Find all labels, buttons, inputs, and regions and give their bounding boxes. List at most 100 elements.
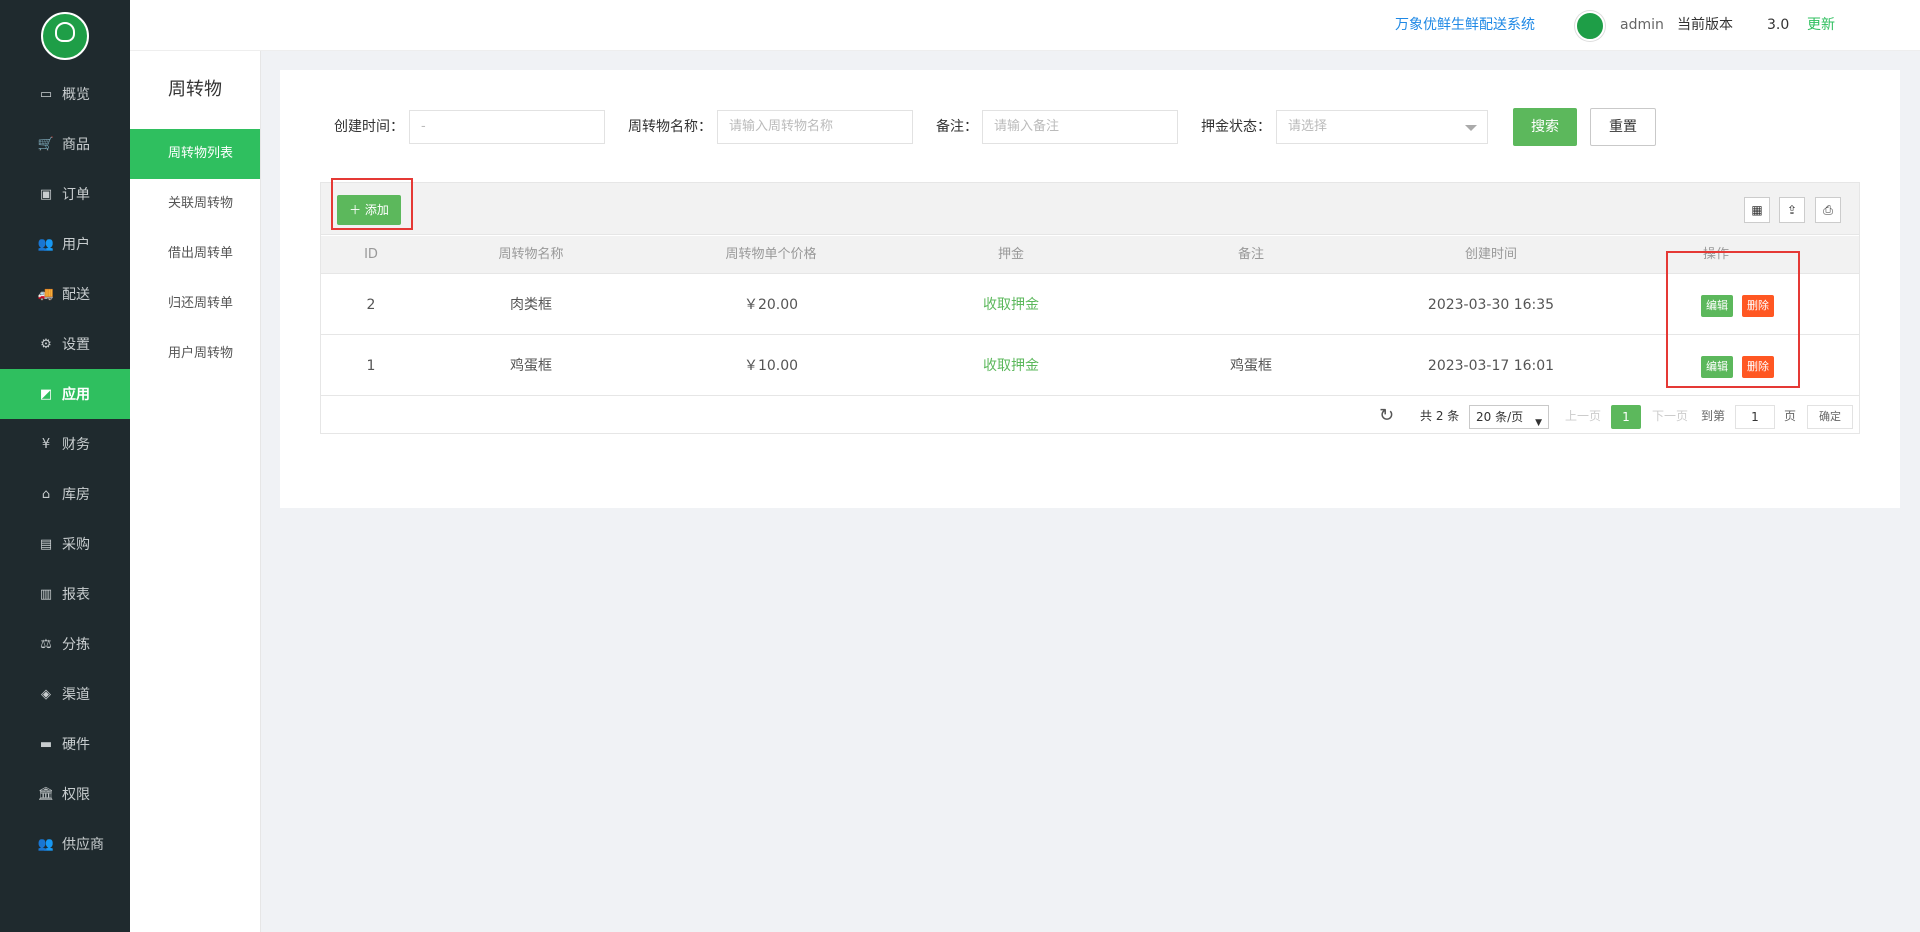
sidebar-icon: 👥 (37, 236, 55, 252)
user-avatar[interactable] (1575, 11, 1605, 41)
cell-deposit: 收取押金 (983, 297, 1039, 313)
sidebar-icon: ▤ (39, 536, 53, 552)
delete-button[interactable]: 删除 (1742, 295, 1774, 317)
update-link[interactable]: 更新 (1807, 0, 1835, 51)
sidebar-icon: ▭ (39, 86, 53, 102)
sidebar-icon: 🚚 (37, 286, 55, 302)
sidebar-item-1[interactable]: 🛒 商品 (0, 119, 130, 169)
subnav-item-return-orders[interactable]: 归还周转单 (130, 279, 260, 329)
refresh-icon[interactable]: ↻ (1379, 402, 1394, 430)
sidebar-item-label: 用户 (62, 237, 90, 253)
col-deposit: 押金 (997, 247, 1024, 262)
sidebar-item-12[interactable]: ◈ 渠道 (0, 669, 130, 719)
sidebar-item-5[interactable]: ⚙ 设置 (0, 319, 130, 369)
goto-label: 到第 (1701, 409, 1726, 423)
col-remark: 备注 (1237, 247, 1264, 262)
main-sidebar: ▭ 概览 🛒 商品 ▣ 订单 👥 用户 🚚 配送 ⚙ 设置 ◩ 应用 ¥ 财务 ⌂ 库房 ▤ 采购 ▥ 报表 ⚖ 分拣 ◈ 渠道 ▬… (0, 0, 130, 932)
username[interactable]: admin (1620, 0, 1664, 51)
turnover-name-label: 周转物名称： (628, 119, 712, 135)
logo-mark-icon (55, 22, 75, 42)
cell-id: 1 (366, 358, 376, 374)
col-id: ID (364, 247, 378, 262)
sidebar-item-label: 权限 (62, 787, 90, 803)
subnav-item-turnover-list[interactable]: 周转物列表 (130, 129, 260, 179)
sidebar-icon: ¥ (41, 436, 51, 452)
export-icon[interactable]: ⇪ (1779, 197, 1805, 223)
sidebar-item-label: 财务 (62, 437, 90, 453)
goto-confirm-button[interactable]: 确定 (1807, 405, 1853, 429)
chevron-down-icon (1465, 125, 1477, 131)
edit-button[interactable]: 编辑 (1701, 356, 1733, 378)
sidebar-icon: ▬ (39, 736, 53, 752)
table-toolbar: ＋ 添加 ▦ ⇪ ⎙ (321, 183, 1859, 235)
version-number: 3.0 (1767, 17, 1790, 33)
sidebar-item-label: 渠道 (62, 687, 90, 703)
edit-button[interactable]: 编辑 (1701, 295, 1733, 317)
cell-created: 2023-03-17 16:01 (1427, 358, 1555, 374)
search-button[interactable]: 搜索 (1513, 108, 1577, 146)
reset-button[interactable]: 重置 (1590, 108, 1656, 146)
sidebar-item-0[interactable]: ▭ 概览 (0, 69, 130, 119)
version-label: 当前版本 (1677, 17, 1733, 33)
add-button[interactable]: ＋ 添加 (337, 195, 401, 225)
sidebar-item-8[interactable]: ⌂ 库房 (0, 469, 130, 519)
sidebar-item-label: 概览 (62, 87, 90, 103)
next-page-button[interactable]: 下一页 (1652, 405, 1688, 427)
sidebar-icon: 🛒 (37, 136, 55, 152)
subnav-item-lend-orders[interactable]: 借出周转单 (130, 229, 260, 279)
system-name-link[interactable]: 万象优鲜生鲜配送系统 (1395, 0, 1535, 51)
delete-button[interactable]: 删除 (1742, 356, 1774, 378)
page-size-value: 20 条/页 (1476, 410, 1524, 424)
total-count: 共 2 条 (1420, 409, 1460, 423)
turnover-name-input[interactable]: 请输入周转物名称 (717, 110, 913, 144)
sidebar-icon: ◈ (41, 686, 51, 702)
sub-sidebar: 周转物 周转物列表 关联周转物 借出周转单 归还周转单 用户周转物 (130, 51, 261, 932)
created-time-input[interactable]: - (409, 110, 605, 144)
sidebar-item-14[interactable]: 🏛 权限 (0, 769, 130, 819)
print-icon[interactable]: ⎙ (1815, 197, 1841, 223)
sidebar-icon: 👥 (37, 836, 55, 852)
page-size-select[interactable]: 20 条/页 ▼ (1469, 405, 1549, 429)
subnav-item-user-turnover[interactable]: 用户周转物 (130, 329, 260, 379)
sidebar-item-4[interactable]: 🚚 配送 (0, 269, 130, 319)
table-header: ID 周转物名称 周转物单个价格 押金 备注 创建时间 操作 (321, 236, 1859, 274)
page-unit-label: 页 (1784, 409, 1797, 423)
cell-id: 2 (366, 297, 376, 313)
current-page-button[interactable]: 1 (1611, 405, 1641, 429)
sidebar-item-7[interactable]: ¥ 财务 (0, 419, 130, 469)
columns-filter-icon[interactable]: ▦ (1744, 197, 1770, 223)
cell-remark: 鸡蛋框 (1230, 358, 1272, 374)
cell-deposit: 收取押金 (983, 358, 1039, 374)
sidebar-item-11[interactable]: ⚖ 分拣 (0, 619, 130, 669)
col-price: 周转物单个价格 (725, 247, 817, 262)
sidebar-item-3[interactable]: 👥 用户 (0, 219, 130, 269)
sidebar-item-6[interactable]: ◩ 应用 (0, 369, 130, 419)
deposit-status-select[interactable]: 请选择 (1276, 110, 1488, 144)
goto-page-input[interactable]: 1 (1735, 405, 1775, 429)
sidebar-icon: ▥ (39, 586, 53, 602)
sidebar-item-10[interactable]: ▥ 报表 (0, 569, 130, 619)
sidebar-item-9[interactable]: ▤ 采购 (0, 519, 130, 569)
top-header: 万象优鲜生鲜配送系统 admin 当前版本 3.0 更新 ⇥ 退出 (130, 0, 1920, 51)
brand-logo[interactable] (41, 12, 89, 60)
subnav-item-linked-turnover[interactable]: 关联周转物 (130, 179, 260, 229)
sidebar-item-15[interactable]: 👥 供应商 (0, 819, 130, 869)
remark-input[interactable]: 请输入备注 (982, 110, 1178, 144)
add-button-label: 添加 (364, 203, 389, 217)
turnover-table: ＋ 添加 ▦ ⇪ ⎙ ID 周转物名称 周转物单个价格 押金 备注 创建时间 操… (320, 182, 1860, 434)
cell-price: ￥20.00 (743, 297, 799, 313)
col-created: 创建时间 (1464, 247, 1517, 262)
created-time-label: 创建时间： (334, 119, 404, 135)
col-actions: 操作 (1702, 247, 1729, 262)
prev-page-button[interactable]: 上一页 (1565, 405, 1601, 427)
sidebar-item-label: 设置 (62, 337, 90, 353)
table-row: 1 鸡蛋框 ￥10.00 收取押金 鸡蛋框 2023-03-17 16:01 编… (321, 336, 1859, 396)
sidebar-item-label: 报表 (62, 587, 90, 603)
cell-price: ￥10.00 (743, 358, 799, 374)
sidebar-item-2[interactable]: ▣ 订单 (0, 169, 130, 219)
plus-icon: ＋ (349, 203, 365, 217)
sidebar-icon: ⌂ (41, 486, 51, 502)
sidebar-item-13[interactable]: ▬ 硬件 (0, 719, 130, 769)
main-nav: ▭ 概览 🛒 商品 ▣ 订单 👥 用户 🚚 配送 ⚙ 设置 ◩ 应用 ¥ 财务 ⌂ 库房 ▤ 采购 ▥ 报表 ⚖ 分拣 ◈ 渠道 ▬… (0, 69, 130, 869)
sidebar-item-label: 配送 (62, 287, 90, 303)
